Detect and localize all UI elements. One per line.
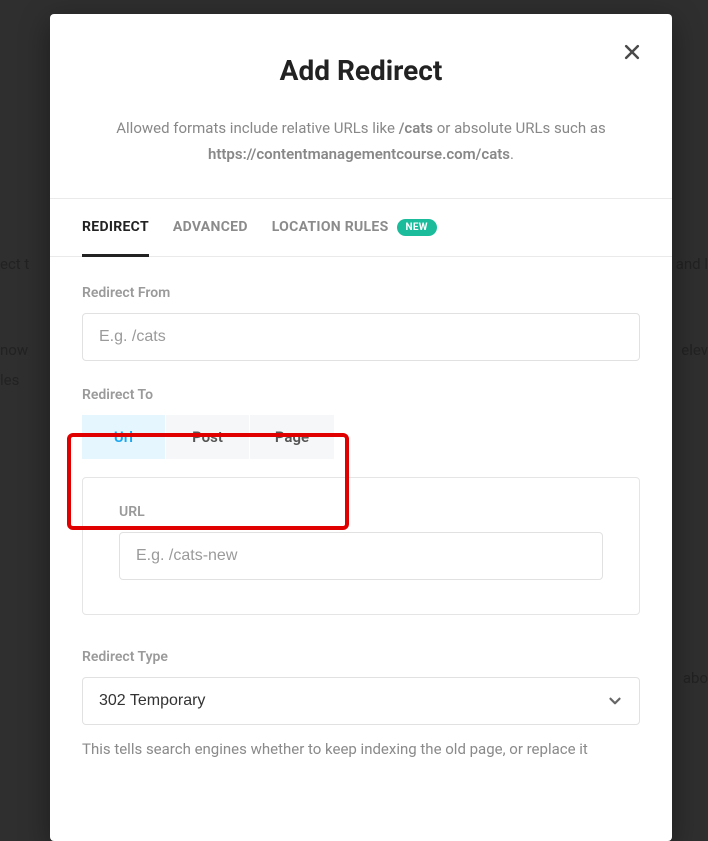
bg-text: elev	[681, 341, 708, 359]
redirect-to-segmented-control: Url Post Page	[82, 415, 640, 459]
subtitle-text: .	[510, 145, 514, 163]
tab-advanced[interactable]: ADVANCED	[173, 199, 248, 256]
seg-label: Url	[114, 428, 133, 446]
seg-label: Post	[192, 428, 223, 446]
field-label: URL	[119, 504, 603, 520]
field-url: URL	[119, 504, 603, 580]
tab-label: ADVANCED	[173, 219, 248, 235]
redirect-type-select-wrap: 302 Temporary	[82, 677, 640, 725]
close-icon	[622, 42, 642, 62]
add-redirect-modal: Add Redirect Allowed formats include rel…	[50, 14, 672, 841]
url-input[interactable]	[119, 532, 603, 580]
bg-text: and l	[676, 255, 708, 273]
bg-text: now	[0, 341, 28, 359]
field-redirect-to: Redirect To Url Post Page	[82, 387, 640, 459]
subtitle-bold: /cats	[399, 119, 433, 137]
tab-location-rules[interactable]: LOCATION RULES NEW	[272, 199, 437, 256]
bg-text: ect t	[0, 255, 29, 273]
tab-label: LOCATION RULES	[272, 219, 389, 235]
field-label: Redirect Type	[82, 649, 640, 665]
tab-bar: REDIRECT ADVANCED LOCATION RULES NEW	[50, 198, 672, 257]
url-sub-panel: URL	[82, 477, 640, 615]
field-label: Redirect From	[82, 285, 640, 301]
bg-text: abo	[683, 669, 708, 687]
tab-label: REDIRECT	[82, 219, 149, 235]
redirect-to-option-post[interactable]: Post	[166, 415, 250, 459]
seg-label: Page	[275, 428, 309, 446]
redirect-type-help: This tells search engines whether to kee…	[82, 737, 640, 761]
tab-redirect[interactable]: REDIRECT	[82, 199, 149, 256]
field-redirect-type: Redirect Type 302 Temporary This tells s…	[82, 649, 640, 761]
redirect-from-input[interactable]	[82, 313, 640, 361]
field-redirect-from: Redirect From	[82, 285, 640, 361]
redirect-to-option-page[interactable]: Page	[250, 415, 334, 459]
bg-text: les	[0, 371, 19, 389]
close-button[interactable]	[622, 42, 642, 62]
modal-title: Add Redirect	[88, 54, 634, 87]
modal-subtitle: Allowed formats include relative URLs li…	[88, 115, 634, 168]
field-label: Redirect To	[82, 387, 640, 403]
subtitle-url: https://contentmanagementcourse.com/cats	[208, 145, 510, 163]
subtitle-text: Allowed formats include relative URLs li…	[116, 119, 398, 137]
new-badge: NEW	[397, 219, 437, 236]
redirect-type-select[interactable]: 302 Temporary	[82, 677, 640, 725]
modal-header: Add Redirect Allowed formats include rel…	[50, 14, 672, 198]
redirect-to-option-url[interactable]: Url	[82, 415, 166, 459]
form-body: Redirect From Redirect To Url Post Page …	[50, 257, 672, 761]
subtitle-text: or absolute URLs such as	[433, 119, 606, 137]
